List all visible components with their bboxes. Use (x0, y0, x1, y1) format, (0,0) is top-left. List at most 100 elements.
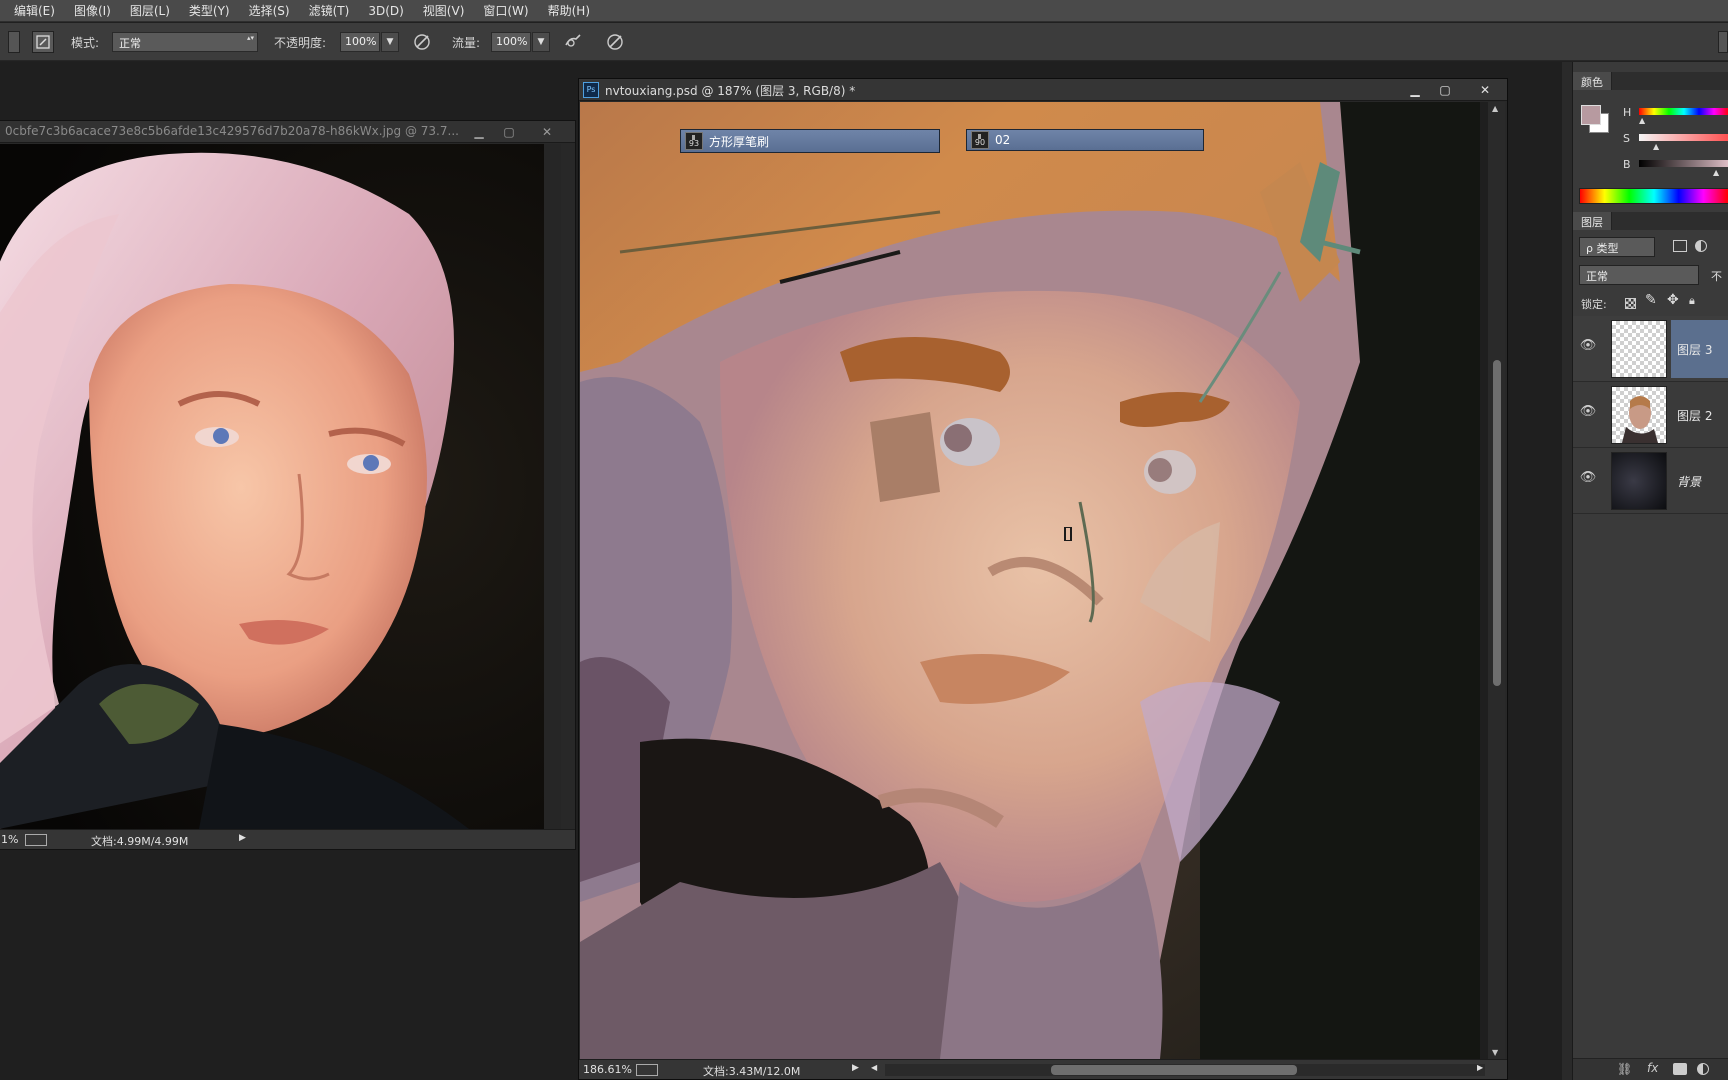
layers-footer: ⛓ fx (1573, 1058, 1728, 1080)
menu-window[interactable]: 窗口(W) (483, 2, 528, 19)
status-menu-arrow-icon[interactable]: ▶ (852, 1063, 859, 1073)
brush-size-1: 93 (688, 139, 700, 148)
status-view-icon[interactable] (25, 834, 47, 846)
opacity-dropdown-button[interactable]: ▼ (381, 32, 399, 52)
brush-size-2: 90 (974, 138, 986, 147)
lock-transparency-icon[interactable] (1625, 298, 1636, 309)
menu-help[interactable]: 帮助(H) (548, 2, 590, 19)
menu-type[interactable]: 类型(Y) (189, 2, 230, 19)
layer-name[interactable]: 图层 3 (1677, 341, 1712, 358)
menu-view[interactable]: 视图(V) (423, 2, 465, 19)
saturation-slider-handle[interactable]: ▲ (1653, 142, 1659, 151)
saturation-slider[interactable] (1639, 134, 1728, 141)
main-window-titlebar[interactable]: Ps nvtouxiang.psd @ 187% (图层 3, RGB/8) * (579, 79, 1507, 101)
layers-panel-header: 图层 (1573, 212, 1728, 230)
scroll-up-arrow-icon[interactable]: ▲ (1492, 104, 1498, 113)
menu-image[interactable]: 图像(I) (74, 2, 111, 19)
flow-input[interactable]: 100% (491, 32, 531, 52)
menu-bar: 编辑(E) 图像(I) 图层(L) 类型(Y) 选择(S) 滤镜(T) 3D(D… (0, 0, 1728, 22)
reference-zoom-readout[interactable]: 1% (1, 833, 18, 846)
layer-row-3[interactable]: 👁︎ 图层 3 (1573, 316, 1728, 382)
brightness-slider-handle[interactable]: ▲ (1713, 168, 1719, 177)
opacity-input[interactable]: 100% (340, 32, 380, 52)
horizontal-scroll-track[interactable] (885, 1064, 1485, 1076)
maximize-button[interactable]: ▢ (1433, 81, 1457, 99)
blend-mode-select[interactable]: 正常 (1579, 265, 1699, 285)
close-button[interactable]: ✕ (535, 123, 559, 141)
reference-doc-info: 文档:4.99M/4.99M (91, 835, 189, 848)
main-status-bar: 186.61% 文档:3.43M/12.0M ▶ ◀ ▶ (579, 1059, 1507, 1079)
menu-filter[interactable]: 滤镜(T) (309, 2, 350, 19)
minimize-button[interactable]: ▁ (1403, 81, 1427, 99)
visibility-eye-icon[interactable]: 👁︎ (1579, 404, 1597, 422)
adjustment-layer-icon[interactable] (1697, 1063, 1709, 1075)
menu-3d[interactable]: 3D(D) (368, 4, 403, 18)
pressure-opacity-icon[interactable] (411, 31, 433, 53)
painting-canvas[interactable] (580, 102, 1488, 1059)
layer-mask-icon[interactable] (1673, 1063, 1687, 1075)
foreground-color-swatch[interactable] (1581, 105, 1601, 125)
vertical-scrollbar[interactable]: ▲ ▼ (1488, 102, 1505, 1059)
color-panel-tab[interactable]: 颜色 (1573, 72, 1612, 90)
layers-panel-tab[interactable]: 图层 (1573, 212, 1612, 230)
horizontal-scroll-thumb[interactable] (1051, 1065, 1297, 1075)
mode-select-value: 正常 (119, 37, 141, 50)
scroll-down-arrow-icon[interactable]: ▼ (1492, 1048, 1498, 1057)
lock-label: 锁定: (1581, 298, 1607, 311)
hue-slider[interactable] (1639, 108, 1728, 115)
reference-photo (0, 144, 561, 829)
vertical-scroll-thumb[interactable] (1493, 360, 1501, 686)
layer-filter-select[interactable]: ρ 类型 (1579, 237, 1655, 257)
flow-label: 流量: (452, 36, 481, 50)
reference-window-title: 0cbfe7c3b6acace73e8c5b6afde13c429576d7b2… (5, 124, 459, 138)
lock-paint-icon[interactable]: ✎ (1645, 292, 1657, 308)
menu-select[interactable]: 选择(S) (249, 2, 290, 19)
minimize-button[interactable]: ▁ (467, 123, 491, 141)
brush-thumbnail-icon: 90 (971, 131, 989, 149)
layer-row-background[interactable]: 👁︎ 背景 (1573, 448, 1728, 514)
status-menu-arrow-icon[interactable]: ▶ (239, 833, 246, 843)
blend-mode-value: 正常 (1586, 270, 1608, 283)
layer-thumbnail (1611, 320, 1667, 378)
main-zoom-readout[interactable]: 186.61% (583, 1063, 632, 1076)
visibility-eye-icon[interactable]: 👁︎ (1579, 470, 1597, 488)
status-view-icon[interactable] (636, 1064, 658, 1076)
layer-thumbnail (1611, 386, 1667, 444)
reference-document-window[interactable]: 0cbfe7c3b6acace73e8c5b6afde13c429576d7b2… (0, 120, 576, 850)
layer-name[interactable]: 背景 (1677, 473, 1701, 490)
close-button[interactable]: ✕ (1473, 81, 1497, 99)
lock-move-icon[interactable]: ✥ (1667, 292, 1679, 308)
saturation-label: S (1623, 132, 1630, 145)
layer-style-icon[interactable]: fx (1647, 1061, 1658, 1075)
reference-status-bar: 1% 文档:4.99M/4.99M ▶ (0, 829, 575, 849)
layer-filter-value: ρ 类型 (1586, 242, 1619, 255)
opacity-label: 不透明度: (274, 36, 327, 50)
scroll-left-arrow-icon[interactable]: ◀ (871, 1063, 877, 1072)
adjustment-filter-icon[interactable] (1695, 240, 1707, 252)
layer-name[interactable]: 图层 2 (1677, 407, 1712, 424)
menu-edit[interactable]: 编辑(E) (14, 2, 55, 19)
color-spectrum-bar[interactable] (1579, 188, 1728, 204)
layer-row-2[interactable]: 👁︎ 图层 2 (1573, 382, 1728, 448)
tool-preset-dropdown[interactable] (8, 31, 20, 53)
hue-slider-handle[interactable]: ▲ (1639, 116, 1645, 125)
maximize-button[interactable]: ▢ (497, 123, 521, 141)
lock-all-icon[interactable]: 🔒︎ (1689, 294, 1695, 308)
photoshop-badge-icon: Ps (583, 82, 599, 98)
mode-select[interactable]: 正常 (112, 32, 258, 52)
scroll-right-arrow-icon[interactable]: ▶ (1477, 1063, 1483, 1072)
brightness-slider[interactable] (1639, 160, 1728, 167)
brush-name-1: 方形厚笔刷 (709, 134, 770, 149)
link-layers-icon[interactable]: ⛓ (1617, 1062, 1632, 1076)
main-document-window[interactable]: Ps nvtouxiang.psd @ 187% (图层 3, RGB/8) *… (578, 78, 1508, 1080)
brush-panel-toggle-icon[interactable] (32, 31, 54, 53)
visibility-eye-icon[interactable]: 👁︎ (1579, 338, 1597, 356)
pressure-size-icon[interactable] (604, 31, 626, 53)
flow-dropdown-button[interactable]: ▼ (532, 32, 550, 52)
menu-layer[interactable]: 图层(L) (130, 2, 170, 19)
brush-preset-tooltip-1: 93 方形厚笔刷 (680, 129, 940, 153)
flow-input-value: 100% (496, 35, 528, 48)
workspace-switcher[interactable] (1718, 31, 1728, 53)
airbrush-icon[interactable] (562, 31, 584, 53)
image-filter-icon[interactable] (1673, 240, 1687, 252)
